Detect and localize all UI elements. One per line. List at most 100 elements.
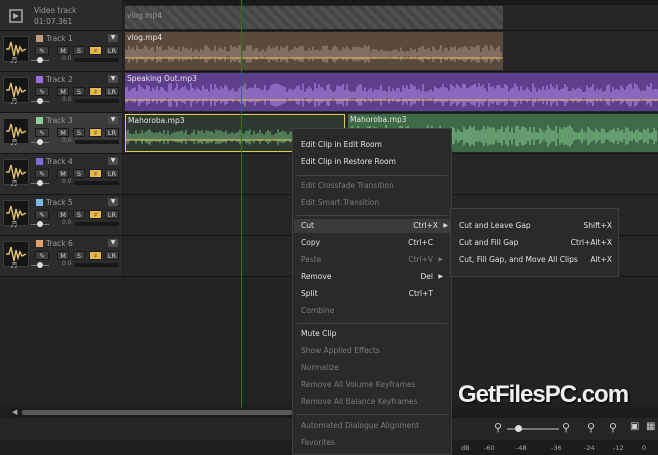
menu-split[interactable]: Split Ctrl+T xyxy=(301,287,445,301)
volume-slider-knob[interactable] xyxy=(37,57,43,63)
automation-icon[interactable]: ✎ xyxy=(35,210,49,219)
speaker-icon[interactable]: ♯ xyxy=(89,169,102,178)
menu-edit-crossfade[interactable]: Edit Crossfade Transition xyxy=(301,179,445,193)
automation-icon[interactable]: ✎ xyxy=(35,87,49,96)
track-color-swatch[interactable] xyxy=(36,117,43,124)
volume-value: 0.0 xyxy=(62,96,72,103)
solo-button[interactable]: S xyxy=(73,46,85,55)
playhead[interactable] xyxy=(241,0,242,410)
track-header-4[interactable]: Track 4 ▼ ✎ M S ♯ LR ♬ 0.0 xyxy=(0,154,122,195)
solo-button[interactable]: S xyxy=(73,251,85,260)
automation-icon[interactable]: ✎ xyxy=(35,251,49,260)
menu-paste[interactable]: Paste Ctrl+V ▶ xyxy=(301,253,445,267)
menu-remove[interactable]: Remove Del ▶ xyxy=(301,270,445,284)
track-header-5[interactable]: Track 5 ▼ ✎ M S ♯ LR ♬ 0.0 xyxy=(0,195,122,236)
menu-cut[interactable]: Cut Ctrl+X ▶ xyxy=(294,219,450,233)
menu-show-effects[interactable]: Show Applied Effects xyxy=(301,344,445,358)
scrollbar-thumb[interactable] xyxy=(22,410,292,415)
chevron-down-icon[interactable]: ▼ xyxy=(108,239,118,247)
empty-track-area xyxy=(0,277,122,403)
menu-auto-dialogue[interactable]: Automated Dialogue Alignment xyxy=(301,419,445,433)
menu-edit-in-restore-room[interactable]: Edit Clip in Restore Room xyxy=(301,155,445,169)
track-color-swatch[interactable] xyxy=(36,199,43,206)
chevron-down-icon[interactable]: ▼ xyxy=(108,34,118,42)
track-header-2[interactable]: Track 2 ▼ ✎ M S ♯ LR ♬ 0.0 xyxy=(0,72,122,113)
menu-remove-balance-kf[interactable]: Remove All Balance Keyframes xyxy=(301,395,445,409)
track-color-swatch[interactable] xyxy=(36,76,43,83)
volume-slider-knob[interactable] xyxy=(37,98,43,104)
solo-button[interactable]: S xyxy=(73,128,85,137)
menu-label: Cut and Leave Gap xyxy=(459,221,531,230)
mute-button[interactable]: M xyxy=(57,128,69,137)
chevron-down-icon[interactable]: ▼ xyxy=(108,75,118,83)
menu-mute-clip[interactable]: Mute Clip xyxy=(301,327,445,341)
automation-icon[interactable]: ✎ xyxy=(35,128,49,137)
zoom-in-vertical-icon[interactable]: ⚲ xyxy=(562,421,570,434)
menu-edit-smart-transition[interactable]: Edit Smart Transition xyxy=(301,196,445,210)
lr-button[interactable]: LR xyxy=(105,169,119,178)
submenu-cut-fill-gap[interactable]: Cut and Fill Gap Ctrl+Alt+X xyxy=(459,236,612,250)
volume-slider-knob[interactable] xyxy=(37,139,43,145)
meter-tick: 0 xyxy=(642,444,647,452)
fit-icon[interactable]: ▣ xyxy=(630,421,639,432)
chevron-down-icon[interactable]: ▼ xyxy=(108,116,118,124)
volume-slider-knob[interactable] xyxy=(37,221,43,227)
watermark-text: GetFilesPC.com xyxy=(458,381,629,408)
track-lane-1[interactable]: vlog.mp4 xyxy=(123,31,658,72)
menu-copy[interactable]: Copy Ctrl+C xyxy=(301,236,445,250)
mute-button[interactable]: M xyxy=(57,210,69,219)
lr-button[interactable]: LR xyxy=(105,87,119,96)
video-track-lane[interactable]: vlog.mp4 xyxy=(123,5,658,31)
chevron-down-icon[interactable]: ▼ xyxy=(108,198,118,206)
submenu-cut-fill-move[interactable]: Cut, Fill Gap, and Move All Clips Alt+X xyxy=(459,253,612,267)
video-track-header[interactable]: Video track 01:07.361 xyxy=(0,0,122,31)
automation-icon[interactable]: ✎ xyxy=(35,169,49,178)
menu-favorites[interactable]: Favorites xyxy=(301,436,445,450)
chevron-down-icon[interactable]: ▼ xyxy=(108,157,118,165)
audio-clip-speaking[interactable]: Speaking Out.mp3 xyxy=(125,73,658,111)
solo-button[interactable]: S xyxy=(73,210,85,219)
track-header-6[interactable]: Track 6 ▼ ✎ M S ♯ LR ♬ 0.0 xyxy=(0,236,122,277)
mute-button[interactable]: M xyxy=(57,87,69,96)
automation-icon[interactable]: ✎ xyxy=(35,46,49,55)
lr-button[interactable]: LR xyxy=(105,210,119,219)
menu-remove-volume-kf[interactable]: Remove All Volume Keyframes xyxy=(301,378,445,392)
menu-combine[interactable]: Combine xyxy=(301,304,445,318)
mute-button[interactable]: M xyxy=(57,251,69,260)
mute-button[interactable]: M xyxy=(57,169,69,178)
track-color-swatch[interactable] xyxy=(36,35,43,42)
menu-edit-in-edit-room[interactable]: Edit Clip in Edit Room xyxy=(301,138,445,152)
speaker-icon[interactable]: ♯ xyxy=(89,251,102,260)
menu-normalize[interactable]: Normalize xyxy=(301,361,445,375)
lr-button[interactable]: LR xyxy=(105,46,119,55)
video-clip-label: vlog.mp4 xyxy=(127,11,163,20)
volume-slider-knob[interactable] xyxy=(37,262,43,268)
solo-button[interactable]: S xyxy=(73,169,85,178)
track-lane-2[interactable]: Speaking Out.mp3 xyxy=(123,72,658,113)
video-clip[interactable]: vlog.mp4 xyxy=(125,6,503,29)
submenu-cut-leave-gap[interactable]: Cut and Leave Gap Shift+X xyxy=(459,219,612,233)
volume-icon: ♬ xyxy=(10,261,18,270)
zoom-out-icon[interactable]: ⚲ xyxy=(587,421,595,434)
lr-button[interactable]: LR xyxy=(105,251,119,260)
scroll-left-icon[interactable]: ◀ xyxy=(12,408,17,416)
zoom-slider-knob[interactable] xyxy=(515,425,522,432)
solo-button[interactable]: S xyxy=(73,87,85,96)
submenu-arrow-icon: ▶ xyxy=(443,222,448,229)
film-icon xyxy=(8,7,26,25)
mute-button[interactable]: M xyxy=(57,46,69,55)
track-color-swatch[interactable] xyxy=(36,158,43,165)
volume-slider-knob[interactable] xyxy=(37,180,43,186)
grid-icon[interactable]: ▦ xyxy=(646,421,655,432)
track-header-1[interactable]: Track 1 ▼ ✎ M S ♯ LR ♬ 0.0 xyxy=(0,31,122,72)
speaker-icon[interactable]: ♯ xyxy=(89,210,102,219)
speaker-icon[interactable]: ♯ xyxy=(89,87,102,96)
track-color-swatch[interactable] xyxy=(36,240,43,247)
zoom-out-vertical-icon[interactable]: ⚲ xyxy=(494,421,502,434)
speaker-icon[interactable]: ♯ xyxy=(89,46,102,55)
zoom-in-icon[interactable]: ⚲ xyxy=(609,421,617,434)
lr-button[interactable]: LR xyxy=(105,128,119,137)
speaker-icon[interactable]: ♯ xyxy=(89,128,102,137)
track-header-3[interactable]: Track 3 ▼ ✎ M S ♯ LR ♬ 0.0 xyxy=(0,113,122,154)
audio-clip-vlog[interactable]: vlog.mp4 xyxy=(125,32,503,70)
